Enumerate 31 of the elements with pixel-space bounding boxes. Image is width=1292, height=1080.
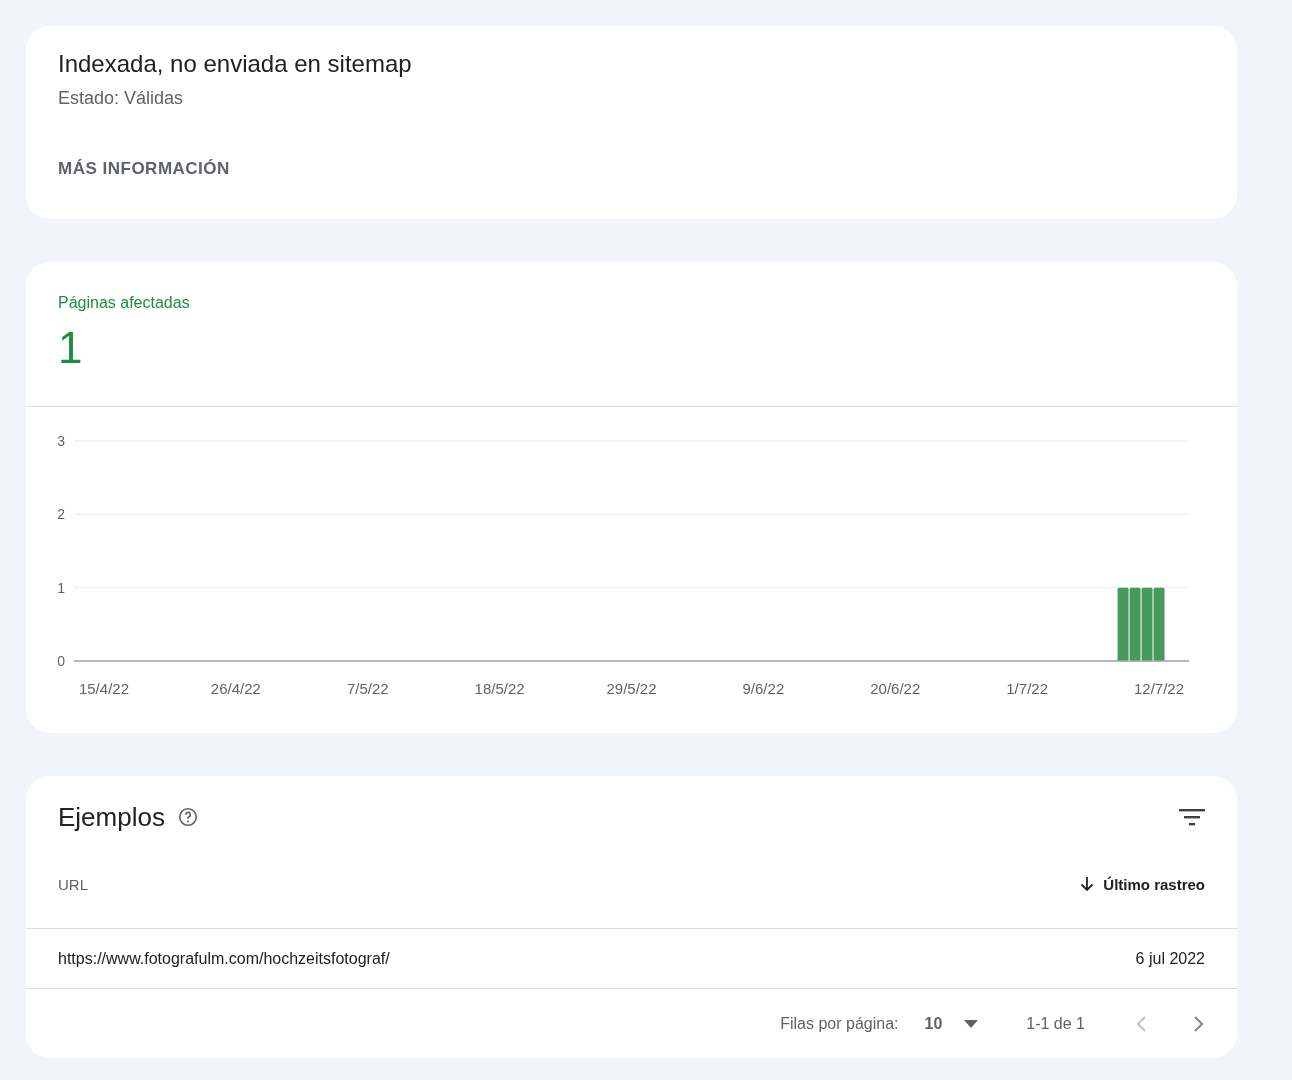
- axis-label: 26/4/22: [210, 680, 261, 697]
- axis-label: 20/6/22: [870, 680, 921, 697]
- section-title: Ejemplos: [58, 801, 165, 833]
- axis-label: 15/4/22: [78, 680, 129, 697]
- filter-icon[interactable]: [1179, 808, 1205, 827]
- axis-label: 1/7/22: [1006, 680, 1048, 697]
- more-info-link[interactable]: MÁS INFORMACIÓN: [58, 159, 230, 179]
- axis-label: 1: [57, 579, 65, 596]
- axis-label: 18/5/22: [474, 680, 525, 697]
- axis-label: 0: [57, 653, 65, 669]
- status-text: Estado: Válidas: [58, 88, 185, 109]
- axis-label: 3: [57, 433, 65, 449]
- axis-label: 29/5/22: [606, 680, 657, 697]
- sort-arrow-icon: [1079, 876, 1096, 893]
- axis-label: 9/6/22: [742, 680, 785, 697]
- rows-per-page-select[interactable]: 10: [924, 1014, 979, 1033]
- issue-title: Indexada, no enviada en sitemap: [58, 50, 413, 78]
- column-header[interactable]: Último rastreo: [1079, 875, 1205, 893]
- axis-label: 12/7/22: [1134, 680, 1185, 697]
- next-page-icon[interactable]: [1193, 1014, 1205, 1033]
- axis-label: 2: [57, 506, 65, 523]
- dropdown-caret-icon: [964, 1019, 979, 1028]
- date-cell: 6 jul 2022: [1135, 949, 1205, 968]
- column-header[interactable]: URL: [58, 875, 88, 893]
- url-cell[interactable]: https://www.fotografulm.com/hochzeitsfotograf/: [58, 949, 390, 968]
- metric-value: 1: [58, 326, 84, 370]
- metric-label: Páginas afectadas: [58, 294, 191, 312]
- axis-label: 7/5/22: [346, 680, 389, 697]
- help-icon[interactable]: [176, 806, 199, 829]
- page-range: 1-1 de 1: [1026, 1014, 1085, 1033]
- rows-per-page-label: Filas por página:: [780, 1014, 899, 1033]
